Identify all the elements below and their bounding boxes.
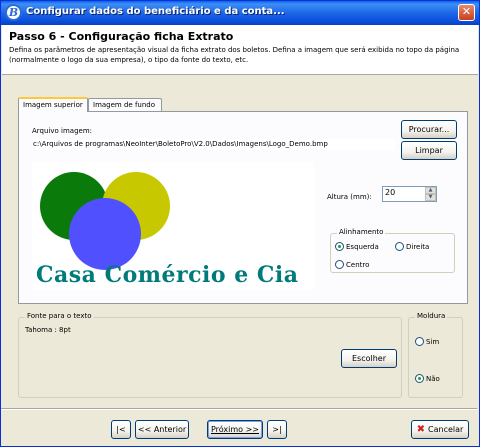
cancel-button-label: Cancelar (428, 425, 464, 434)
next-button[interactable]: Próximo >> (207, 420, 263, 439)
close-button[interactable]: ✕ (458, 4, 475, 21)
spin-down-icon[interactable]: ▼ (425, 194, 436, 201)
file-path-field[interactable]: c:\Arquivos de programas\NeoInter\Boleto… (32, 139, 395, 150)
frame-group-title: Moldura (415, 312, 448, 320)
window-title: Configurar dados do beneficiário e da co… (26, 6, 285, 17)
tab-imagem-superior[interactable]: Imagem superior (18, 97, 88, 112)
height-value: 20 (385, 188, 396, 197)
font-value: Tahoma : 8pt (25, 326, 71, 334)
radio-esquerda-label: Esquerda (346, 242, 379, 251)
spinner-buttons: ▲ ▼ (425, 187, 436, 201)
radio-direita[interactable]: Direita (395, 242, 429, 251)
tab-imagem-de-fundo[interactable]: Imagem de fundo (88, 98, 162, 112)
logo-blue-circle (69, 198, 141, 270)
radio-esquerda[interactable]: Esquerda (335, 242, 379, 251)
previous-button[interactable]: << Anterior (135, 420, 189, 439)
radio-nao-label: Não (426, 374, 440, 383)
footer-divider (1, 408, 477, 410)
radio-centro[interactable]: Centro (335, 260, 369, 269)
spin-up-icon[interactable]: ▲ (425, 187, 436, 194)
app-icon: B (5, 4, 22, 21)
logo-preview: Casa Comércio e Cia (32, 162, 314, 290)
font-group-title: Fonte para o texto (25, 312, 94, 320)
height-spinner[interactable]: 20 ▲ ▼ (382, 186, 437, 202)
previous-button-label: << Anterior (137, 425, 187, 434)
last-step-label: >| (272, 425, 282, 434)
radio-direita-label: Direita (406, 242, 430, 251)
clear-button[interactable]: Limpar (401, 141, 457, 160)
radio-centro-label: Centro (346, 260, 370, 269)
radio-unselected-icon (395, 242, 404, 251)
radio-unselected-icon (415, 337, 424, 346)
radio-nao[interactable]: Não (415, 374, 440, 383)
radio-unselected-icon (335, 260, 344, 269)
first-step-label: |< (116, 425, 126, 434)
step-description: Defina os parâmetros de apresentação vis… (9, 46, 460, 64)
radio-sim-label: Sim (426, 337, 440, 346)
height-label: Altura (mm): (327, 193, 372, 201)
clear-button-label: Limpar (415, 146, 443, 155)
next-button-label: Próximo >> (210, 425, 260, 434)
file-label: Arquivo imagem: (32, 127, 92, 135)
radio-selected-icon (415, 374, 424, 383)
cancel-button[interactable]: ✖ Cancelar (411, 420, 469, 439)
alignment-group: Alinhamento Esquerda Direita Centro (330, 228, 455, 273)
choose-font-button-label: Escolher (351, 354, 387, 363)
last-step-button[interactable]: >| (267, 420, 287, 439)
choose-font-button[interactable]: Escolher (341, 349, 397, 368)
alignment-title: Alinhamento (337, 228, 386, 236)
radio-selected-icon (335, 242, 344, 251)
title-bar[interactable]: B Configurar dados do beneficiário e da … (1, 1, 479, 25)
wizard-header: Passo 6 - Configuração ficha Extrato Def… (2, 25, 478, 75)
logo-text: Casa Comércio e Cia (36, 262, 299, 288)
step-title: Passo 6 - Configuração ficha Extrato (9, 30, 234, 43)
cancel-icon: ✖ (416, 424, 426, 435)
browse-button-label: Procurar... (408, 125, 450, 134)
browse-button[interactable]: Procurar... (401, 120, 457, 139)
frame-group: Moldura Sim Não (408, 312, 463, 398)
radio-sim[interactable]: Sim (415, 337, 439, 346)
first-step-button[interactable]: |< (111, 420, 131, 439)
